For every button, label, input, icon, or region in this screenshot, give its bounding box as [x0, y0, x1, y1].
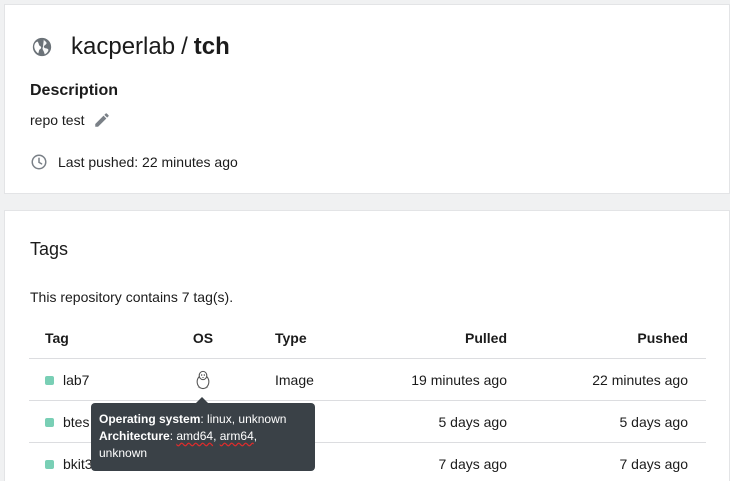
column-header-pushed[interactable]: Pushed [637, 317, 688, 359]
os-tooltip: Operating system: linux, unknown Archite… [91, 397, 315, 471]
pencil-icon[interactable] [93, 111, 111, 129]
last-pushed-text: Last pushed: 22 minutes ago [58, 154, 238, 170]
tooltip-os-line: Operating system: linux, unknown [99, 411, 307, 428]
type-cell: Image [275, 372, 314, 388]
pushed-cell: 22 minutes ago [592, 372, 688, 388]
column-header-tag[interactable]: Tag [45, 317, 69, 359]
description-row: repo test [30, 111, 111, 129]
description-label: Description [30, 82, 119, 99]
pulled-cell: 19 minutes ago [411, 372, 507, 388]
tag-cell: bkit3 [45, 443, 93, 481]
tags-title: Tags [30, 239, 69, 259]
last-pushed-row: Last pushed: 22 minutes ago [30, 153, 238, 171]
repo-namespace[interactable]: kacperlab [71, 33, 175, 60]
tooltip-arch-arm64: arm64 [219, 429, 254, 443]
tooltip-arch-label: Architecture [99, 429, 170, 443]
globe-icon [32, 37, 52, 57]
pushed-cell: 7 days ago [619, 456, 689, 472]
tag-link[interactable]: bkit3 [63, 456, 93, 472]
pulled-cell: 5 days ago [438, 414, 508, 430]
tag-link[interactable]: btes [63, 414, 89, 430]
repo-header: kacperlab / tch [31, 33, 230, 61]
repo-info-card: kacperlab / tch Description repo test Last… [4, 4, 730, 194]
tag-link[interactable]: lab7 [63, 372, 89, 388]
tooltip-arch-comma: , [213, 429, 220, 443]
linux-tux-icon[interactable] [194, 370, 212, 390]
repo-name: tch [193, 33, 230, 60]
status-dot [45, 417, 54, 427]
column-header-type: Type [275, 330, 307, 346]
os-cell [193, 359, 213, 401]
repo-separator: / [181, 33, 188, 60]
tooltip-os-label: Operating system [99, 412, 201, 426]
tag-cell: btes [45, 401, 89, 443]
tooltip-arch-amd64: amd64 [176, 429, 214, 443]
column-header-pulled[interactable]: Pulled [465, 317, 507, 359]
table-row: lab7 Image 19 minutes ago 22 minutes ago [29, 359, 706, 401]
pushed-cell: 5 days ago [619, 414, 689, 430]
description-text: repo test [30, 112, 85, 128]
tooltip-os-value: : linux, unknown [200, 412, 287, 426]
tag-cell: lab7 [45, 359, 89, 401]
tags-count-text: This repository contains 7 tag(s). [30, 289, 234, 305]
tooltip-arch-line: Architecture: amd64, arm64, unknown [99, 428, 307, 462]
clock-icon [31, 154, 47, 170]
status-dot [45, 459, 54, 469]
tags-table-header: Tag OS Type Pulled Pushed [29, 317, 706, 359]
column-header-os: OS [192, 330, 214, 346]
pulled-cell: 7 days ago [438, 456, 508, 472]
status-dot [45, 375, 54, 385]
repo-title: kacperlab / tch [71, 33, 230, 61]
